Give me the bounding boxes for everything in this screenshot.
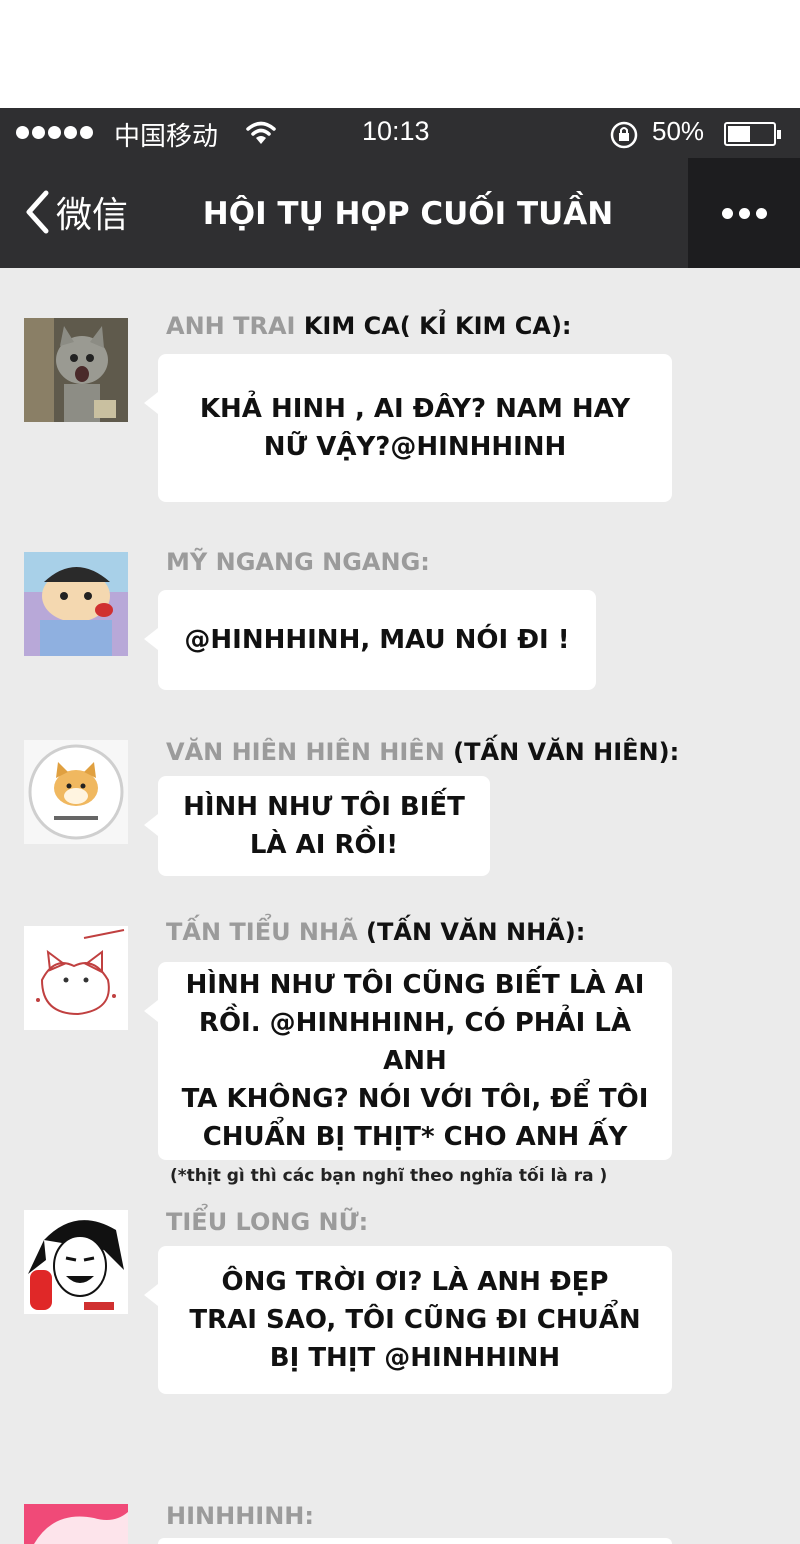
sender-nickname: TẤN TIỂU NHÃ [166,918,358,946]
chevron-left-icon [26,190,49,234]
avatar[interactable] [24,740,128,844]
message-text: HÌNH NHƯ TÔI CŨNG BIẾT LÀ AI [185,970,645,1000]
sender-name: VĂN HIÊN HIÊN HIÊN (TẤN VĂN HIÊN): [166,738,679,766]
meme-face-avatar-icon [24,1210,128,1314]
message-text: LÀ AI RỒI! [249,830,399,860]
chat-title: HỘI TỤ HỌP CUỐI TUẦN [202,196,614,232]
wifi-icon [246,120,276,150]
page-top-margin [0,0,800,108]
more-options-button[interactable] [688,158,800,268]
message-text: RỒI. @HINHHINH, CÓ PHẢI LÀ ANH [198,1008,632,1076]
translator-note: (*thịt gì thì các bạn nghĩ theo nghĩa tố… [170,1166,608,1186]
rotation-lock-icon [609,120,639,154]
message-text: BỊ THỊT @HINHHINH [269,1343,561,1373]
cartoon-avatar-icon [24,552,128,656]
sender-fullname: (TẤN VĂN NHÃ): [366,918,586,946]
chat-area: ANH TRAI KIM CA( KỈ KIM CA): KHẢ HINH , … [0,268,800,1544]
avatar[interactable] [24,552,128,656]
sender-name: TẤN TIỂU NHÃ (TẤN VĂN NHÃ): [166,918,585,946]
sender-nickname: ANH TRAI [166,312,296,340]
sender-nickname: TIỂU LONG NỮ: [166,1208,369,1236]
avatar[interactable] [24,318,128,422]
avatar[interactable] [24,926,128,1030]
navigation-bar: 微信 HỘI TỤ HỌP CUỐI TUẦN [0,158,800,268]
message-text: TRAI SAO, TÔI CŨNG ĐI CHUẨN [189,1305,641,1335]
pink-avatar-icon [24,1504,128,1544]
message-bubble[interactable]: @HINHHINH, MAU NÓI ĐI ! [144,590,596,690]
sender-nickname: MỸ NGANG NGANG: [166,548,430,576]
message-text: ÔNG TRỜI ƠI? LÀ ANH ĐẸP [221,1267,609,1297]
sender-name: MỸ NGANG NGANG: [166,548,430,576]
message-text: TA KHÔNG? NÓI VỚI TÔI, ĐỂ TÔI [181,1084,649,1114]
more-dots-icon [721,207,733,219]
message-bubble[interactable]: HÌNH NHƯ TÔI CŨNG BIẾT LÀ AI RỒI. @HINHH… [144,962,672,1160]
sender-name: ANH TRAI KIM CA( KỈ KIM CA): [166,312,572,340]
message-bubble[interactable] [158,1538,672,1544]
sender-nickname: HINHHINH: [166,1502,314,1530]
message-text: NỮ VẬY?@HINHHINH [263,432,567,462]
signal-strength-icon [16,126,93,139]
cat-avatar-icon [24,318,128,422]
message-text: @HINHHINH, MAU NÓI ĐI ! [184,625,570,655]
message-bubble[interactable]: KHẢ HINH , AI ĐÂY? NAM HAY NỮ VẬY?@HINHH… [144,354,672,502]
battery-icon [724,122,781,146]
status-bar: 中国移动 10:13 50% [0,108,800,158]
message-text: KHẢ HINH , AI ĐÂY? NAM HAY [199,394,631,424]
phone-header: 中国移动 10:13 50% 微信 HỘI TỤ HỌP CUỐI TUẦN [0,108,800,268]
sender-nickname: VĂN HIÊN HIÊN HIÊN [166,738,445,766]
sketch-cat-avatar-icon [24,926,128,1030]
message-text: HÌNH NHƯ TÔI BIẾT [183,792,465,822]
message-bubble[interactable]: HÌNH NHƯ TÔI BIẾT LÀ AI RỒI! [144,776,490,876]
back-button[interactable]: 微信 [24,186,128,238]
battery-percent: 50% [652,116,705,146]
avatar[interactable] [24,1210,128,1314]
dog-badge-avatar-icon [24,740,128,844]
message-bubble[interactable]: ÔNG TRỜI ƠI? LÀ ANH ĐẸP TRAI SAO, TÔI CŨ… [144,1246,672,1394]
sender-fullname: KIM CA( KỈ KIM CA): [303,312,572,340]
message-text: CHUẨN BỊ THỊT* CHO ANH ẤY [202,1122,628,1152]
sender-name: TIỂU LONG NỮ: [166,1208,368,1236]
avatar[interactable] [24,1504,128,1544]
carrier-name: 中国移动 [114,122,219,152]
status-time: 10:13 [362,116,430,146]
sender-fullname: (TẤN VĂN HIÊN): [453,738,680,766]
sender-name: HINHHINH: [166,1502,314,1530]
back-label: 微信 [56,195,129,236]
